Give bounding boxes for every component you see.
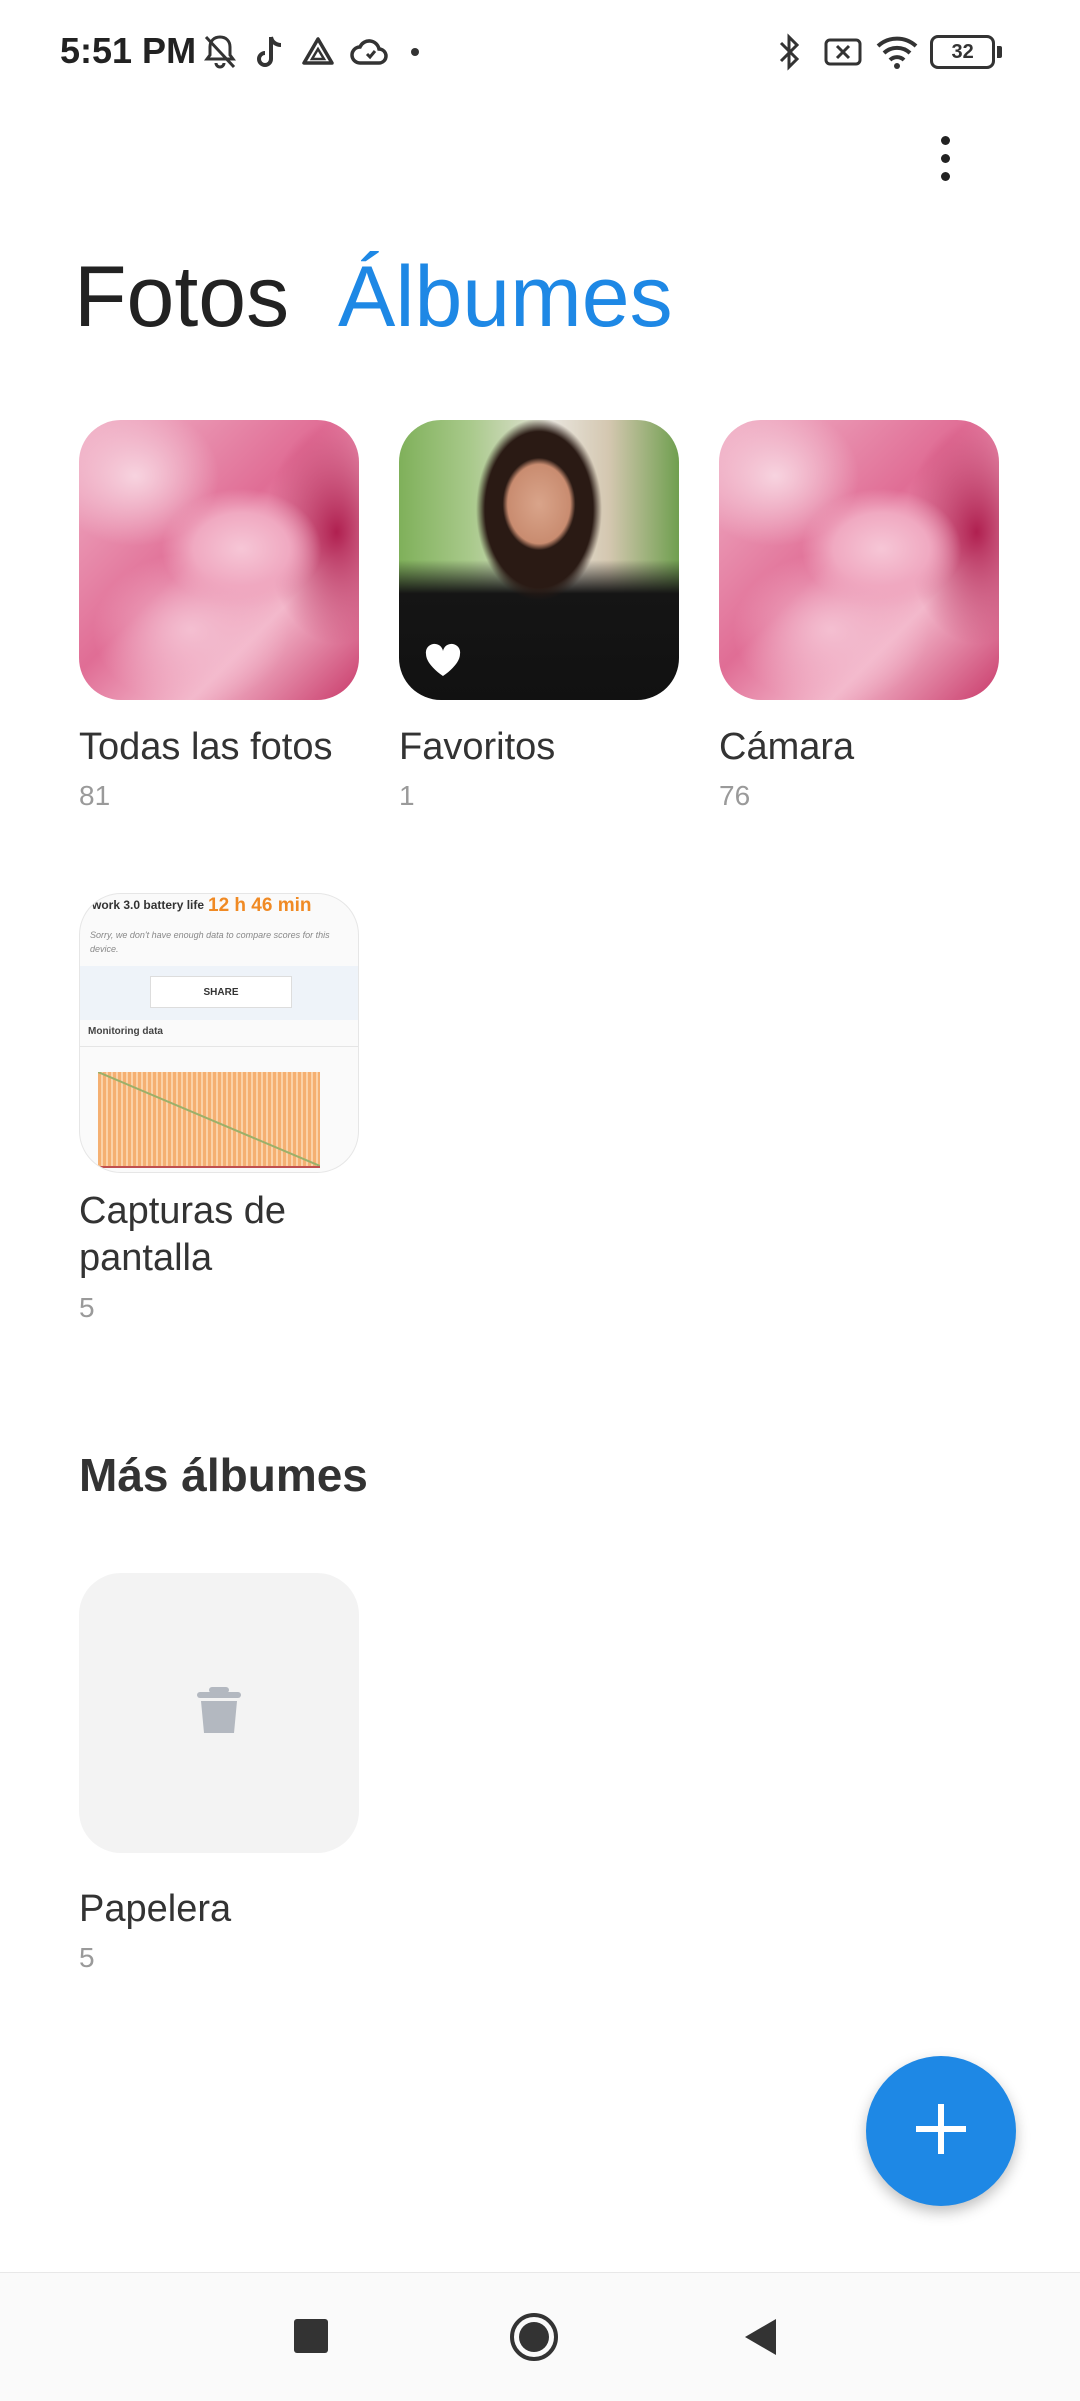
drive-icon (300, 30, 336, 74)
album-name[interactable]: Cámara (719, 724, 1019, 771)
bluetooth-icon (774, 30, 806, 74)
screenshot-value: 12 h 46 min (208, 895, 312, 916)
album-count: 1 (399, 780, 415, 811)
plus-icon (911, 2099, 971, 2164)
screenshot-chart (98, 1072, 320, 1168)
album-name[interactable]: Capturas de pantalla (79, 1188, 379, 1282)
trash-icon (193, 1685, 245, 1742)
more-albums-heading: Más álbumes (79, 1449, 368, 1501)
album-thumb-capturas[interactable]: work 3.0 battery life 12 h 46 min Sorry,… (79, 893, 359, 1173)
album-count: 5 (79, 1942, 95, 1973)
system-nav-bar (0, 2272, 1080, 2401)
triangle-back-icon[interactable] (742, 2317, 780, 2362)
album-thumb-favoritos[interactable] (399, 420, 679, 700)
sim-x-icon (822, 30, 864, 74)
circle-home-icon[interactable] (508, 2311, 560, 2368)
square-recent-icon[interactable] (294, 2319, 328, 2353)
album-name[interactable]: Favoritos (399, 724, 699, 771)
screenshot-section: Monitoring data (88, 1026, 163, 1037)
album-thumb-camara[interactable] (719, 420, 999, 700)
status-time: 5:51 PM (60, 30, 197, 71)
tiktok-icon (252, 30, 288, 74)
album-thumb-todas-las-fotos[interactable] (79, 420, 359, 700)
album-name[interactable]: Todas las fotos (79, 724, 379, 771)
album-name[interactable]: Papelera (79, 1886, 379, 1933)
album-thumb-papelera[interactable] (79, 1573, 359, 1853)
heart-icon (423, 642, 463, 683)
bell-off-icon (200, 30, 240, 74)
tab-albumes[interactable]: Álbumes (338, 248, 673, 347)
more-options-button[interactable] (920, 128, 970, 188)
dot-icon (408, 30, 422, 74)
screenshot-share: SHARE (150, 976, 292, 1008)
album-count: 81 (79, 780, 111, 811)
album-count: 76 (719, 780, 751, 811)
album-count: 5 (79, 1292, 95, 1323)
add-album-button[interactable] (866, 2056, 1016, 2206)
screenshot-title: work 3.0 battery life (92, 898, 205, 912)
more-vert-icon (940, 135, 950, 181)
battery-icon: 32 (930, 30, 1002, 74)
tab-fotos[interactable]: Fotos (74, 248, 289, 347)
cloud-icon (348, 30, 390, 74)
battery-level: 32 (930, 35, 996, 69)
wifi-icon (874, 30, 920, 74)
screenshot-note: Sorry, we don't have enough data to comp… (90, 930, 330, 954)
